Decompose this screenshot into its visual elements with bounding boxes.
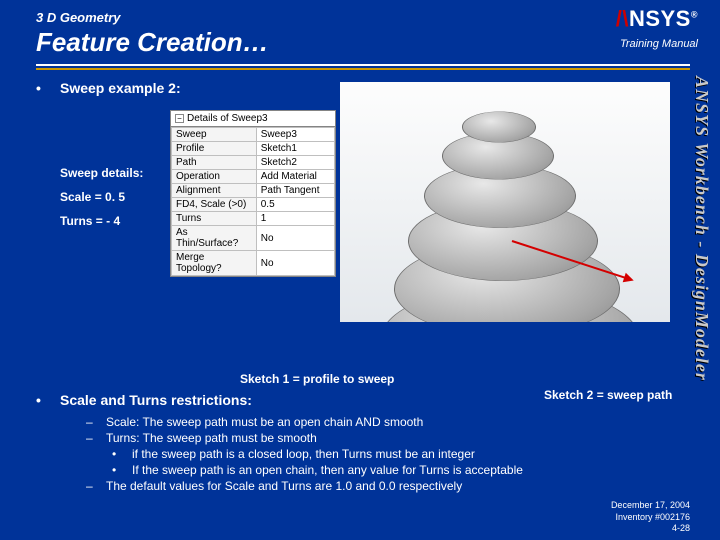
page-title: Feature Creation…	[36, 27, 690, 58]
model-viewport[interactable]	[340, 82, 670, 322]
table-row: Merge Topology?No	[172, 251, 335, 276]
table-row: SweepSweep3	[172, 128, 335, 142]
details-panel: − Details of Sweep3 SweepSweep3 ProfileS…	[170, 110, 336, 277]
footer-date: December 17, 2004	[611, 500, 690, 511]
logo-text: /\NSYS®	[616, 6, 698, 32]
table-row: PathSketch2	[172, 156, 335, 170]
sketch1-label: Sketch 1 = profile to sweep	[240, 372, 394, 386]
footer-inventory: Inventory #002176	[611, 512, 690, 523]
table-row: Turns1	[172, 212, 335, 226]
logo: /\NSYS® Training Manual	[616, 6, 698, 50]
turns-line: Turns = - 4	[60, 214, 143, 228]
table-row: FD4, Scale (>0)0.5	[172, 198, 335, 212]
restriction-subline: •if the sweep path is a closed loop, the…	[112, 446, 680, 462]
sweep-details-label: Sweep details:	[60, 166, 143, 180]
details-table: SweepSweep3 ProfileSketch1 PathSketch2 O…	[171, 127, 335, 276]
restriction-line: –The default values for Scale and Turns …	[86, 478, 680, 494]
footer-page: 4-28	[611, 523, 690, 534]
footer: December 17, 2004 Inventory #002176 4-28	[611, 500, 690, 534]
details-heading[interactable]: − Details of Sweep3	[171, 111, 335, 127]
divider	[36, 64, 690, 66]
restriction-line: –Turns: The sweep path must be smooth	[86, 430, 680, 446]
table-row: OperationAdd Material	[172, 170, 335, 184]
training-manual-label: Training Manual	[616, 38, 698, 50]
scale-line: Scale = 0. 5	[60, 190, 143, 204]
table-row: ProfileSketch1	[172, 142, 335, 156]
collapse-icon[interactable]: −	[175, 114, 184, 123]
restriction-line: –Scale: The sweep path must be an open c…	[86, 414, 680, 430]
table-row: As Thin/Surface?No	[172, 226, 335, 251]
bullet-text: Sweep example 2:	[60, 80, 181, 96]
restrictions-title: • Scale and Turns restrictions:	[36, 392, 680, 408]
table-row: AlignmentPath Tangent	[172, 184, 335, 198]
geometry-label: 3 D Geometry	[36, 10, 690, 25]
details-heading-text: Details of Sweep3	[187, 113, 268, 124]
restriction-subline: •If the sweep path is an open chain, the…	[112, 462, 680, 478]
side-watermark: ANSYS Workbench - DesignModeler	[691, 76, 712, 381]
